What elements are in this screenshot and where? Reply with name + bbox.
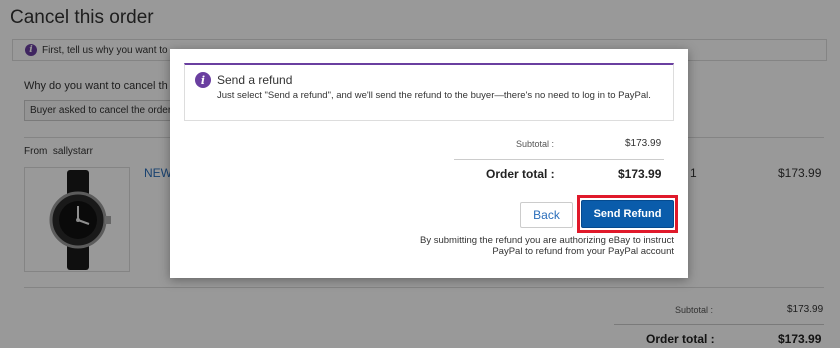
modal-order-total-value: $173.99 [618, 167, 662, 181]
refund-disclaimer: By submitting the refund you are authori… [420, 235, 674, 257]
send-refund-dialog: i Send a refund Just select "Send a refu… [170, 49, 688, 278]
info-icon: i [195, 72, 211, 88]
back-button[interactable]: Back [520, 202, 573, 228]
refund-info-alert: i Send a refund Just select "Send a refu… [184, 63, 674, 121]
modal-subtotal-value: $173.99 [625, 138, 662, 149]
divider [454, 159, 664, 160]
alert-body: Just select "Send a refund", and we'll s… [217, 90, 651, 101]
modal-order-total-label: Order total : [486, 167, 555, 181]
alert-title: Send a refund [217, 73, 293, 87]
modal-subtotal-label: Subtotal : [516, 139, 555, 149]
send-refund-button[interactable]: Send Refund [581, 200, 674, 228]
